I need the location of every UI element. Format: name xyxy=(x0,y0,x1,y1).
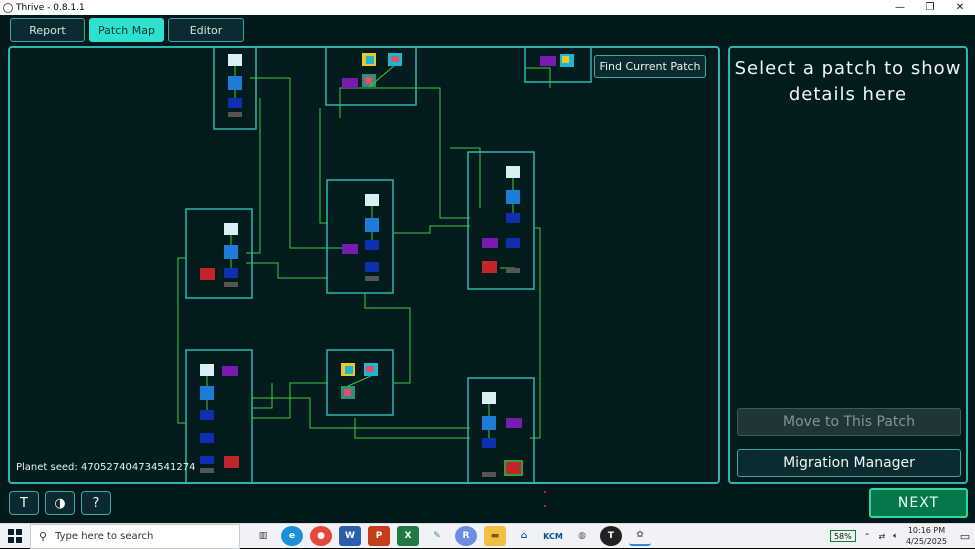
patch-map-panel[interactable]: Find Current Patch Planet seed: 47052740… xyxy=(8,46,720,484)
bottom-left-buttons: T ◑ ? xyxy=(9,491,111,515)
windows-taskbar: ⚲ Type here to search ▥ e ● W P X ✎ R ▬ … xyxy=(0,523,975,549)
notification-icon[interactable]: ▭ xyxy=(955,530,975,543)
file-explorer-icon[interactable]: ▬ xyxy=(484,526,506,546)
red-dot-decoration xyxy=(544,505,546,507)
thrive-app-icon xyxy=(3,2,13,13)
patch-internal-links xyxy=(206,65,514,438)
word-icon[interactable]: W xyxy=(339,526,361,546)
system-tray: 58% ⌃ ⇄ 🔈︎ 10:16 PM 4/25/2025 ▭ xyxy=(829,525,975,547)
window-title: Thrive - 0.8.1.1 xyxy=(16,2,85,13)
task-view-icon[interactable]: ▥ xyxy=(252,526,274,546)
excel-icon[interactable]: X xyxy=(397,526,419,546)
kcm-app-icon[interactable]: KCM xyxy=(542,526,564,546)
start-button[interactable] xyxy=(0,524,30,549)
taskbar-clock[interactable]: 10:16 PM 4/25/2025 xyxy=(906,525,947,547)
help-button[interactable]: ? xyxy=(81,491,111,515)
game-screen: Report Patch Map Editor Find Current Pat… xyxy=(0,15,975,523)
next-button[interactable]: NEXT xyxy=(869,488,968,518)
patch-details-placeholder: Select a patch to show details here xyxy=(734,58,962,105)
patch-details-panel: Select a patch to show details here Move… xyxy=(728,46,968,484)
thriveopedia-button[interactable]: T xyxy=(9,491,39,515)
thrive-taskbar-icon[interactable]: T xyxy=(600,526,622,546)
windows-logo-icon xyxy=(8,529,22,543)
window-titlebar: Thrive - 0.8.1.1 — ❐ ✕ xyxy=(0,0,975,15)
tab-report[interactable]: Report xyxy=(10,18,85,42)
patch-regions xyxy=(185,48,592,482)
planet-seed: Planet seed: 470527404734541274 xyxy=(16,462,195,473)
planet-icon: ◑ xyxy=(54,495,66,511)
clock-time: 10:16 PM xyxy=(907,526,946,535)
move-to-patch-button[interactable]: Move to This Patch xyxy=(737,408,961,436)
tab-patch-map[interactable]: Patch Map xyxy=(89,18,164,42)
taskbar-search-box[interactable]: ⚲ Type here to search xyxy=(30,523,240,549)
show-hidden-icons-chevron-up-icon[interactable]: ⌃ xyxy=(864,532,871,541)
maximize-button[interactable]: ❐ xyxy=(915,0,945,15)
tab-editor[interactable]: Editor xyxy=(168,18,244,42)
search-placeholder: Type here to search xyxy=(55,530,154,542)
editor-tabs: Report Patch Map Editor xyxy=(10,18,244,42)
patch-map-canvas[interactable] xyxy=(10,48,720,484)
search-icon: ⚲ xyxy=(39,529,48,543)
planet-seed-value: 470527404734541274 xyxy=(80,462,196,473)
find-current-patch-button[interactable]: Find Current Patch xyxy=(594,55,706,78)
edge-icon[interactable]: e xyxy=(281,526,303,546)
network-icon[interactable]: ⇄ xyxy=(878,532,885,541)
battery-indicator[interactable]: 58% xyxy=(829,530,856,542)
chrome-icon[interactable]: ● xyxy=(310,526,332,546)
r-app-icon[interactable]: R xyxy=(455,526,477,546)
thriveopedia-icon: T xyxy=(20,495,28,511)
help-icon: ? xyxy=(92,495,100,511)
github-app-icon[interactable]: ◍ xyxy=(571,526,593,546)
migration-manager-button[interactable]: Migration Manager xyxy=(737,449,961,477)
planet-button[interactable]: ◑ xyxy=(45,491,75,515)
feather-app-icon[interactable]: ✎ xyxy=(426,526,448,546)
minimize-button[interactable]: — xyxy=(885,0,915,15)
powerpoint-icon[interactable]: P xyxy=(368,526,390,546)
taskbar-apps: ▥ e ● W P X ✎ R ▬ ⌂ KCM ◍ T ✿ xyxy=(252,526,651,546)
volume-icon[interactable]: 🔈︎ xyxy=(893,531,898,541)
thrive-window-icon[interactable]: ✿ xyxy=(629,526,651,546)
planet-seed-label: Planet seed: xyxy=(16,462,78,473)
clock-date: 4/25/2025 xyxy=(905,537,947,546)
red-dot-decoration xyxy=(544,491,546,493)
home-app-icon[interactable]: ⌂ xyxy=(513,526,535,546)
close-button[interactable]: ✕ xyxy=(945,0,975,15)
